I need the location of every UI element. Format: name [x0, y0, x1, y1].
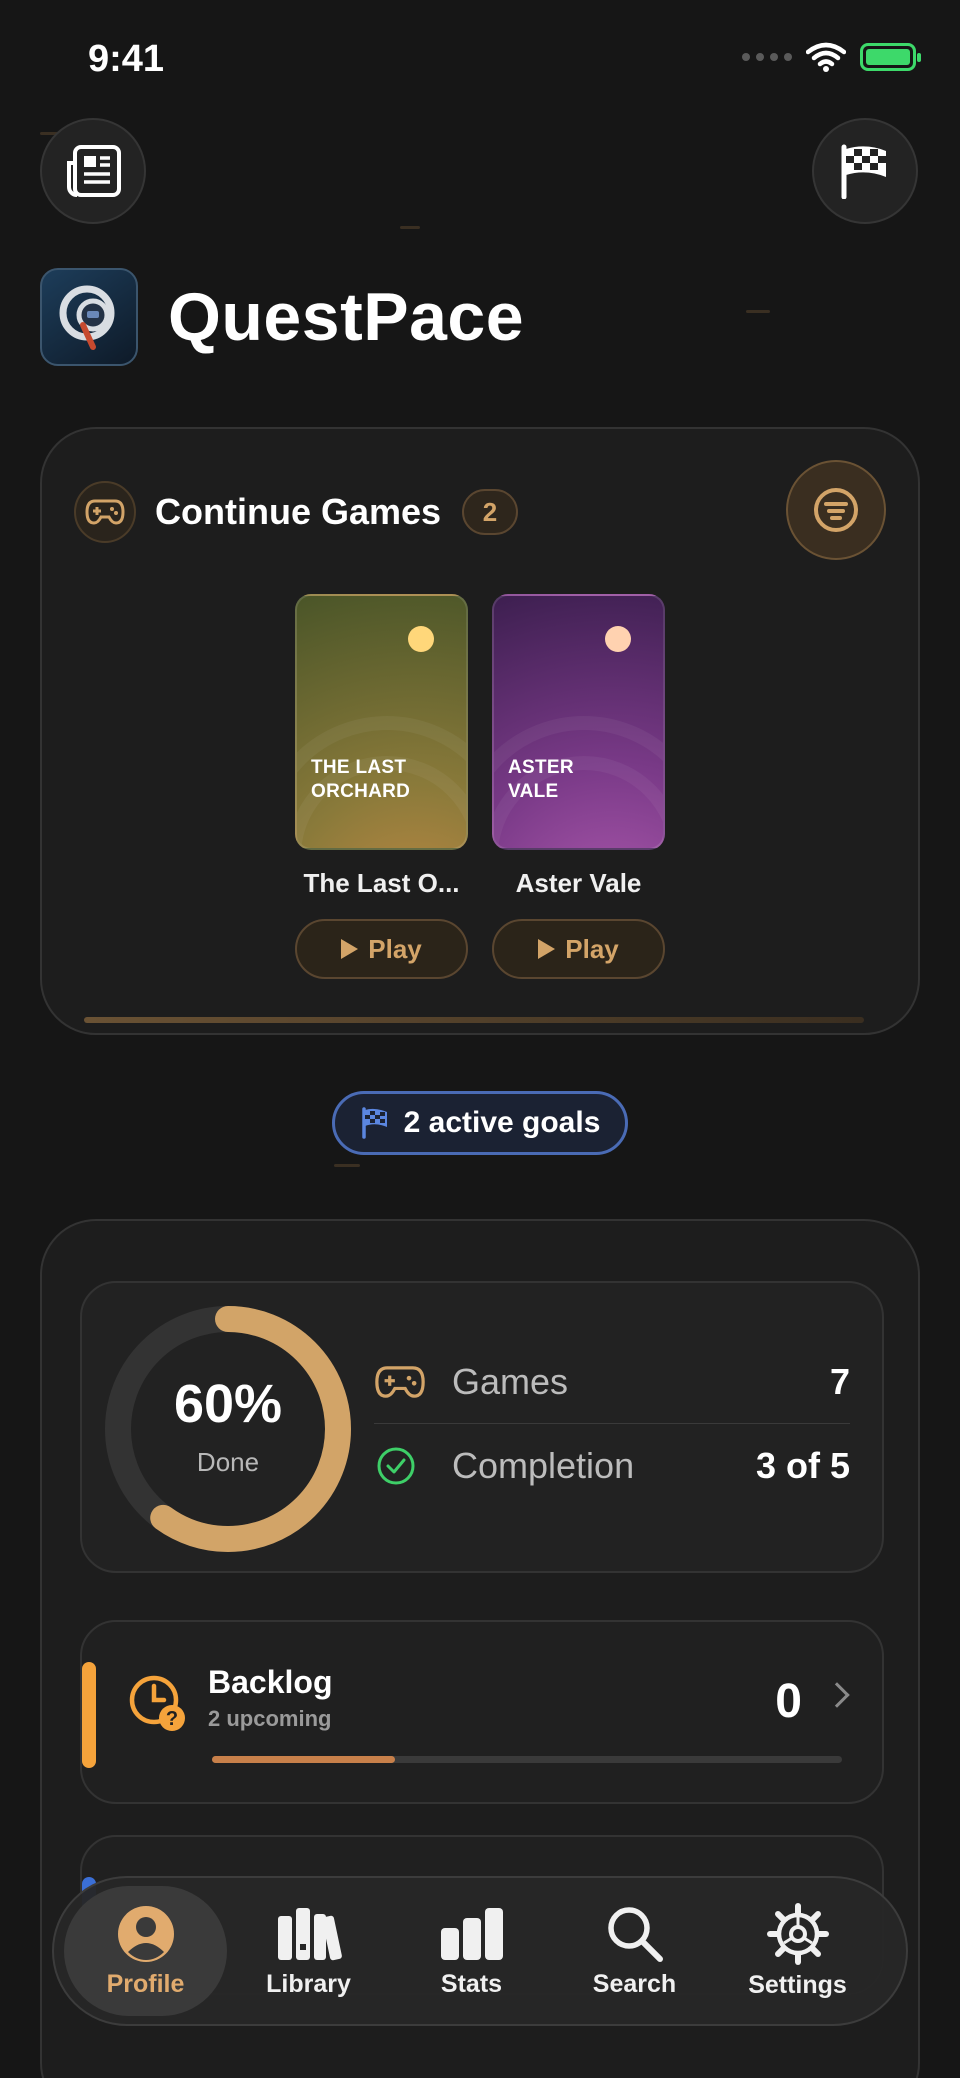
- cover-title: ASTER VALE: [508, 757, 574, 802]
- gear-icon: [766, 1902, 829, 1965]
- completion-percent: 60%: [173, 1374, 283, 1434]
- tab-settings[interactable]: Settings: [716, 1886, 879, 2016]
- game-item-aster-vale: ASTER VALE Aster Vale Play: [492, 594, 665, 979]
- game-name: The Last O...: [303, 868, 460, 898]
- decor-streak: [400, 226, 420, 229]
- tab-profile[interactable]: Profile: [64, 1886, 227, 2016]
- active-goals-label: 2 active goals: [403, 1106, 601, 1139]
- bar-chart-icon: [440, 1907, 503, 1960]
- signal-icon: [742, 53, 792, 61]
- completion-percent-label: Done: [196, 1447, 260, 1477]
- search-icon: [607, 1906, 663, 1962]
- wifi-icon: [806, 42, 846, 72]
- tab-label: Profile: [106, 1969, 185, 1998]
- game-name: Aster Vale: [515, 868, 642, 898]
- newspaper-icon: [67, 145, 121, 197]
- completion-ring: 60% Done: [100, 1301, 356, 1557]
- play-label: Play: [368, 933, 422, 964]
- app-title: QuestPace: [168, 279, 525, 355]
- tab-label: Library: [266, 1969, 351, 1998]
- checkered-flag-icon: [361, 1107, 387, 1139]
- decor-streak: [334, 1164, 360, 1167]
- backlog-count: 0: [775, 1675, 802, 1728]
- active-goals-pill[interactable]: 2 active goals: [332, 1091, 628, 1155]
- gamepad-icon: [375, 1366, 425, 1398]
- play-icon: [341, 939, 359, 959]
- filter-icon: [814, 488, 858, 532]
- backlog-progress-track: [212, 1756, 842, 1763]
- person-icon: [117, 1905, 174, 1962]
- stat-label: Games: [452, 1361, 569, 1402]
- tab-bar: Profile Library Stats Search Settings: [52, 1876, 908, 2026]
- chevron-right-icon: [824, 1682, 850, 1708]
- stat-row-completion: Completion 3 of 5: [374, 1425, 850, 1507]
- check-circle-icon: [377, 1447, 415, 1485]
- status-indicators: [742, 42, 921, 72]
- stat-label: Completion: [452, 1445, 635, 1486]
- questpace-logo-icon: [59, 285, 115, 350]
- stat-row-games: Games 7: [374, 1341, 850, 1423]
- cover-sun: [605, 626, 631, 652]
- app-logo: [40, 268, 138, 366]
- continue-games-title: Continue Games: [155, 491, 442, 532]
- backlog-title: Backlog: [208, 1664, 333, 1700]
- game-item-the-last-orchard: THE LAST ORCHARD The Last O... Play: [295, 594, 468, 979]
- backlog-accent-bar: [82, 1662, 96, 1768]
- continue-games-count-badge: 2: [462, 489, 518, 535]
- checkered-flag-icon: [841, 144, 886, 199]
- backlog-row[interactable]: ? Backlog 2 upcoming 0: [80, 1620, 884, 1804]
- tab-label: Search: [592, 1969, 677, 1998]
- tab-search[interactable]: Search: [553, 1886, 716, 2016]
- tab-stats[interactable]: Stats: [390, 1886, 553, 2016]
- tab-label: Stats: [440, 1969, 503, 1998]
- completion-summary: 60% Done Games 7 Completion 3 of 5: [80, 1281, 884, 1573]
- tab-label: Settings: [748, 1970, 847, 1999]
- stat-value: 3 of 5: [755, 1445, 850, 1486]
- battery-icon: [860, 43, 921, 71]
- clock-question-icon: ?: [129, 1675, 185, 1731]
- svg-text:?: ?: [166, 1708, 178, 1730]
- play-icon: [538, 939, 556, 959]
- status-time: 9:41: [88, 38, 165, 80]
- game-cover[interactable]: ASTER VALE: [492, 594, 665, 850]
- play-label: Play: [565, 933, 619, 964]
- backlog-subtitle: 2 upcoming: [208, 1706, 332, 1731]
- continue-games-card: Continue Games 2 THE LAST ORCHARD The La…: [40, 427, 920, 1035]
- decor-streak: [746, 310, 770, 313]
- cover-sun: [408, 626, 434, 652]
- continue-games-list: THE LAST ORCHARD The Last O... Play ASTE…: [295, 594, 665, 979]
- books-icon: [277, 1907, 342, 1960]
- news-button[interactable]: [40, 118, 146, 224]
- filter-button[interactable]: [786, 460, 886, 560]
- backlog-progress-fill: [212, 1756, 395, 1763]
- tab-library[interactable]: Library: [227, 1886, 390, 2016]
- play-button[interactable]: Play: [492, 919, 665, 979]
- game-cover[interactable]: THE LAST ORCHARD: [295, 594, 468, 850]
- cover-title: THE LAST ORCHARD: [311, 757, 411, 802]
- play-button[interactable]: Play: [295, 919, 468, 979]
- stat-divider: [374, 1423, 850, 1424]
- stat-value: 7: [829, 1361, 850, 1402]
- horizontal-scroll-indicator[interactable]: [84, 1017, 864, 1023]
- gamepad-icon: [74, 481, 136, 543]
- goals-flag-button[interactable]: [812, 118, 918, 224]
